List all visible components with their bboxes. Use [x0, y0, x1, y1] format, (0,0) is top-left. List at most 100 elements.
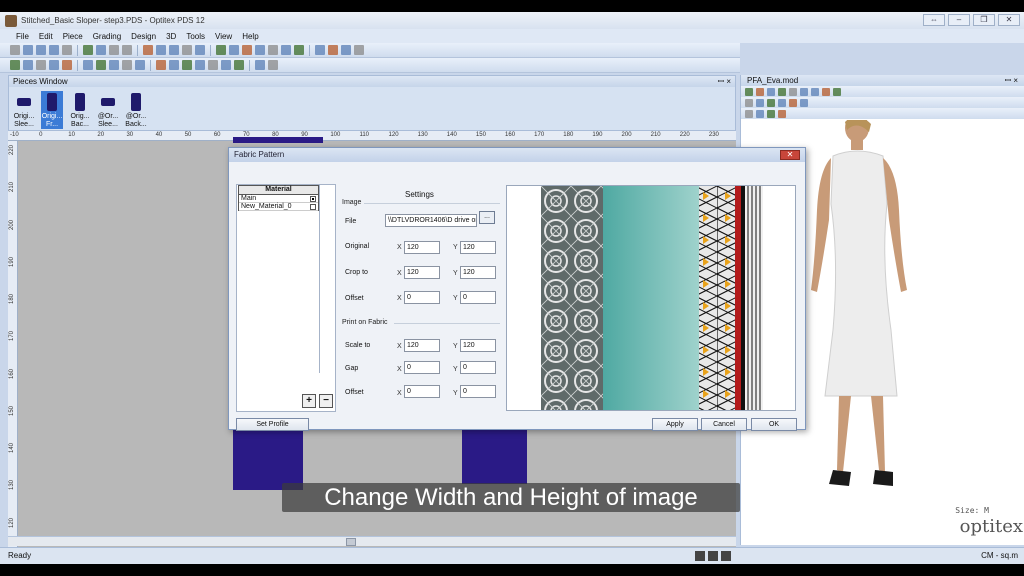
save-icon[interactable] [49, 45, 59, 55]
crop-y-field[interactable]: 120 [460, 266, 496, 279]
cloth-icon[interactable] [789, 98, 797, 107]
material-radio-selected[interactable] [310, 196, 316, 202]
menu-help[interactable]: Help [242, 32, 258, 41]
stitch-icon[interactable] [745, 98, 753, 107]
set-profile-button[interactable]: Set Profile [236, 418, 309, 431]
pattern-piece[interactable] [233, 428, 303, 490]
menu-file[interactable]: File [16, 32, 29, 41]
browse-button[interactable]: ... [479, 211, 495, 224]
crop-x-field[interactable]: 120 [404, 266, 440, 279]
status-icon[interactable] [695, 551, 705, 561]
back-view-icon[interactable] [811, 87, 819, 96]
undo-icon[interactable] [109, 45, 119, 55]
original-y-field[interactable]: 120 [460, 241, 496, 254]
material-radio[interactable] [310, 204, 316, 210]
line-tool-icon[interactable] [216, 45, 226, 55]
open-file-icon[interactable] [36, 45, 46, 55]
print-offset-x-field[interactable]: 0 [404, 385, 440, 398]
match-icon[interactable] [221, 60, 231, 70]
material-row-main[interactable]: Main [239, 195, 318, 203]
flip-icon[interactable] [96, 60, 106, 70]
piece-item[interactable]: @Or... Slee... [97, 91, 119, 129]
document-icon[interactable] [255, 60, 265, 70]
texture-icon[interactable] [822, 87, 830, 96]
pattern-piece[interactable] [233, 137, 323, 143]
original-x-field[interactable]: 120 [404, 241, 440, 254]
point-add-icon[interactable] [10, 60, 20, 70]
attach-icon[interactable] [756, 98, 764, 107]
piece-item[interactable]: @Or... Back... [125, 91, 147, 129]
circle-icon[interactable] [36, 60, 46, 70]
close-window-button[interactable]: ✕ [998, 14, 1020, 26]
fold-tool-icon[interactable] [328, 45, 338, 55]
gap-y-field[interactable]: 0 [460, 361, 496, 374]
curve-icon[interactable] [23, 60, 33, 70]
lasso-icon[interactable] [135, 60, 145, 70]
walk-icon[interactable] [234, 60, 244, 70]
print-icon[interactable] [62, 45, 72, 55]
stop-icon[interactable] [756, 87, 764, 96]
apply-button[interactable]: Apply [652, 418, 698, 431]
play-icon[interactable] [767, 87, 775, 96]
piece-item-selected[interactable]: Origi... Fr... [41, 91, 63, 129]
zoom-icon[interactable] [96, 45, 106, 55]
remove-material-button[interactable]: − [319, 394, 333, 408]
offset-x-field[interactable]: 0 [404, 291, 440, 304]
mirror-tool-icon[interactable] [341, 45, 351, 55]
swap-window-button[interactable]: ⇔ [923, 14, 945, 26]
avatar-icon[interactable] [767, 109, 775, 118]
seam-tool-icon[interactable] [281, 45, 291, 55]
maximize-button[interactable]: ❐ [973, 14, 995, 26]
delete-icon[interactable] [156, 60, 166, 70]
export-icon[interactable] [268, 60, 278, 70]
horizontal-scrollbar[interactable] [8, 536, 736, 546]
align-icon[interactable] [109, 60, 119, 70]
join-icon[interactable] [182, 60, 192, 70]
menu-piece[interactable]: Piece [63, 32, 83, 41]
scrollbar-thumb[interactable] [346, 538, 356, 546]
dialog-close-button[interactable]: ✕ [780, 150, 800, 160]
tension-icon[interactable] [833, 87, 841, 96]
pin-icon[interactable]: ꟷ × [718, 76, 731, 87]
front-view-icon[interactable] [800, 87, 808, 96]
help-icon[interactable] [195, 45, 205, 55]
pointer-tool-icon[interactable] [10, 45, 20, 55]
menu-design[interactable]: Design [131, 32, 156, 41]
measure-tool-icon[interactable] [268, 45, 278, 55]
fabric-icon[interactable] [800, 98, 808, 107]
menu-tools[interactable]: Tools [186, 32, 205, 41]
dart-tool-icon[interactable] [242, 45, 252, 55]
measure-icon[interactable] [756, 109, 764, 118]
simulate-icon[interactable] [745, 87, 753, 96]
layout-tool-icon[interactable] [354, 45, 364, 55]
menu-view[interactable]: View [215, 32, 232, 41]
notch-tool-icon[interactable] [255, 45, 265, 55]
minimize-button[interactable]: – [948, 14, 970, 26]
menu-grading[interactable]: Grading [93, 32, 121, 41]
refresh-icon[interactable] [208, 60, 218, 70]
cancel-button[interactable]: Cancel [701, 418, 747, 431]
material-row-new[interactable]: New_Material_0 [239, 203, 318, 211]
piece-tool-icon[interactable] [315, 45, 325, 55]
scale-x-field[interactable]: 120 [404, 339, 440, 352]
piece-item[interactable]: Origi... Slee... [13, 91, 35, 129]
cut-icon[interactable] [143, 45, 153, 55]
offset-y-field[interactable]: 0 [460, 291, 496, 304]
copy-icon[interactable] [156, 45, 166, 55]
property-icon[interactable] [767, 98, 775, 107]
menu-3d[interactable]: 3D [166, 32, 176, 41]
status-icon[interactable] [721, 551, 731, 561]
paste-icon[interactable] [169, 45, 179, 55]
split-icon[interactable] [169, 60, 179, 70]
rotate-icon[interactable] [83, 60, 93, 70]
offset-icon[interactable] [195, 60, 205, 70]
fit-icon[interactable] [778, 87, 786, 96]
layer-icon[interactable] [778, 98, 786, 107]
new-file-icon[interactable] [23, 45, 33, 55]
gap-x-field[interactable]: 0 [404, 361, 440, 374]
draw-icon[interactable] [745, 109, 753, 118]
add-material-button[interactable]: + [302, 394, 316, 408]
file-path-field[interactable]: \\DTLVDROR1406\D drive on [385, 214, 477, 227]
piece-item[interactable]: Orig... Bac... [69, 91, 91, 129]
point-tool-icon[interactable] [229, 45, 239, 55]
